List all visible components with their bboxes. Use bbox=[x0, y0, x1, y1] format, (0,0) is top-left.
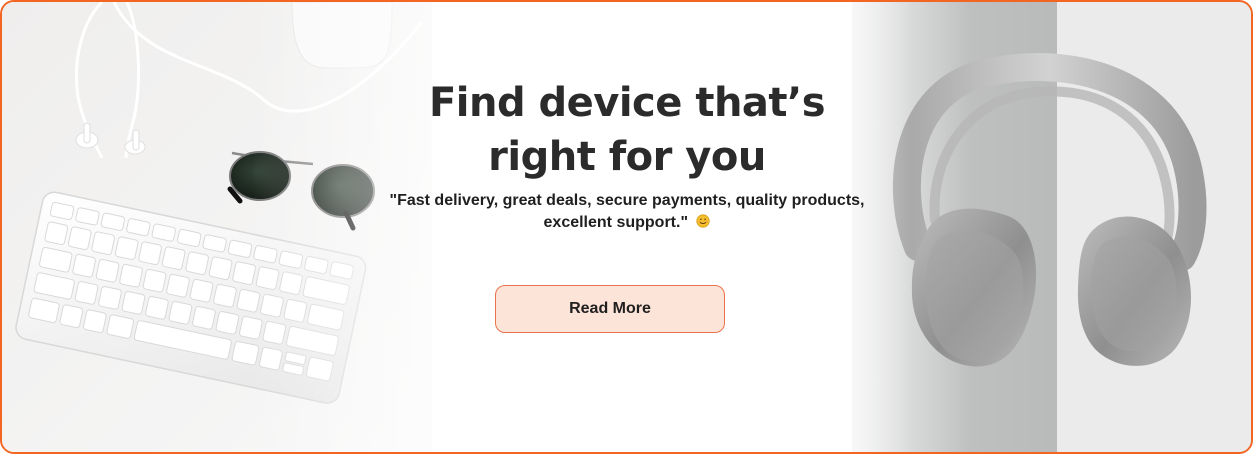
tagline-line-1: "Fast delivery, great deals, secure paym… bbox=[389, 192, 865, 209]
right-product-image bbox=[852, 2, 1251, 452]
smiling-face-icon bbox=[696, 214, 711, 228]
title-line-2: right for you bbox=[488, 134, 766, 180]
title-line-1: Find device that’s bbox=[428, 80, 826, 126]
promo-content: Find device that’s right for you "Fast d… bbox=[372, 2, 882, 452]
tagline-line-2: excellent support." bbox=[372, 212, 882, 234]
headphones-icon bbox=[892, 53, 1207, 367]
read-more-button[interactable]: Read More bbox=[495, 285, 725, 333]
page-title: Find device that’s right for you bbox=[372, 76, 882, 184]
promo-banner: Find device that’s right for you "Fast d… bbox=[0, 0, 1253, 454]
tagline: "Fast delivery, great deals, secure paym… bbox=[372, 190, 882, 234]
tagline-line-2-text: excellent support." bbox=[543, 214, 689, 231]
